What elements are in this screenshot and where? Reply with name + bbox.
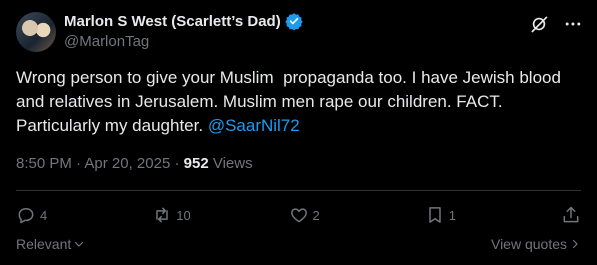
author-display-name[interactable]: Marlon S West (Scarlett’s Dad) (64, 13, 281, 30)
divider (16, 190, 581, 191)
share-button[interactable] (561, 205, 581, 225)
mention-link[interactable]: @SaarNil72 (208, 116, 300, 135)
chevron-down-icon (75, 241, 84, 247)
bookmark-count: 1 (448, 207, 456, 223)
bookmark-icon (429, 207, 441, 223)
meta-separator: · (71, 155, 85, 172)
sort-label: Relevant (16, 236, 72, 252)
reply-footer: Relevant View quotes (16, 236, 581, 252)
like-count: 2 (312, 207, 320, 223)
sort-dropdown[interactable]: Relevant (16, 236, 85, 252)
verified-badge-icon (285, 13, 303, 30)
tweet-meta: 8:50 PM · Apr 20, 2025 · 952 Views (16, 155, 253, 172)
repost-count: 10 (176, 207, 191, 223)
author-name-row: Marlon S West (Scarlett’s Dad) (64, 12, 303, 30)
views-count: 952 (183, 155, 209, 172)
chevron-right-icon (572, 239, 578, 249)
heart-icon (290, 208, 307, 223)
views-label: Views (212, 155, 253, 172)
tweet-text: Wrong person to give your Muslim propaga… (16, 66, 581, 138)
repost-icon (156, 207, 168, 223)
meta-separator: · (170, 155, 184, 172)
share-icon (563, 206, 579, 223)
action-bar: 4 10 2 1 (16, 201, 581, 229)
reply-icon (18, 208, 34, 224)
view-quotes-link[interactable]: View quotes (491, 236, 581, 252)
grok-icon[interactable] (529, 14, 549, 34)
view-quotes-label: View quotes (490, 236, 567, 252)
like-button[interactable]: 2 (289, 205, 349, 225)
more-options-icon[interactable] (563, 14, 583, 34)
author-handle[interactable]: @MarlonTag (64, 33, 149, 50)
tweet-date[interactable]: Apr 20, 2025 (84, 155, 170, 172)
repost-button[interactable]: 10 (152, 205, 212, 225)
tweet-time[interactable]: 8:50 PM (16, 155, 72, 172)
reply-button[interactable]: 4 (16, 205, 76, 225)
reply-count: 4 (40, 207, 48, 223)
bookmark-button[interactable]: 1 (425, 205, 485, 225)
author-avatar[interactable] (16, 12, 56, 52)
top-actions (529, 14, 583, 34)
